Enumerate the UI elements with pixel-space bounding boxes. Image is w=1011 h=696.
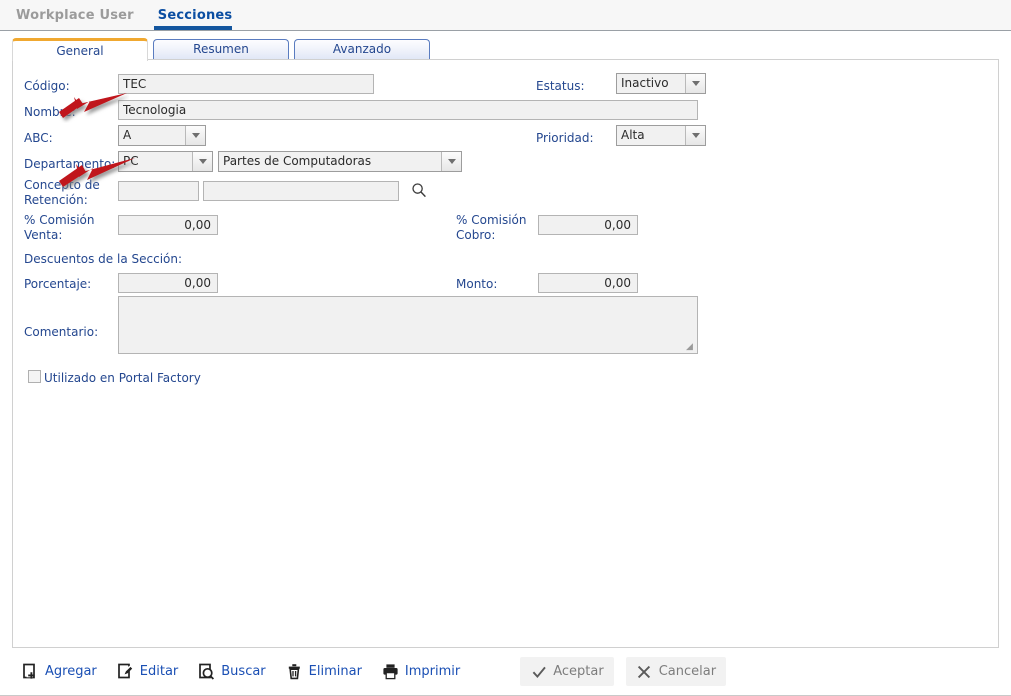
editar-label: Editar — [139, 664, 179, 679]
codigo-input[interactable] — [118, 74, 374, 94]
general-tab-content: Código: Estatus: Inactivo Nombre: ABC: A… — [12, 59, 999, 648]
breadcrumb: Workplace User Secciones — [14, 0, 234, 31]
imprimir-button[interactable]: Imprimir — [372, 658, 470, 686]
agregar-label: Agregar — [45, 664, 97, 679]
estatus-value: Inactivo — [621, 76, 669, 90]
chevron-down-icon[interactable] — [441, 152, 461, 171]
descuentos-seccion-title: Descuentos de la Sección: — [24, 252, 183, 266]
add-document-icon — [22, 663, 39, 680]
monto-input[interactable] — [538, 273, 638, 293]
abc-label: ABC: — [24, 131, 53, 145]
codigo-label: Código: — [24, 79, 70, 93]
tab-strip: General Resumen Avanzado — [12, 38, 430, 61]
cancelar-button[interactable]: Cancelar — [625, 657, 727, 686]
comision-cobro-label: % Comisión Cobro: — [456, 213, 527, 242]
prioridad-label: Prioridad: — [536, 131, 594, 145]
tab-resumen[interactable]: Resumen — [153, 39, 289, 61]
editar-button[interactable]: Editar — [107, 658, 189, 686]
portal-factory-label: Utilizado en Portal Factory — [44, 371, 201, 385]
departamento-label: Departamento: — [24, 157, 116, 171]
aceptar-label: Aceptar — [553, 664, 604, 679]
bottom-toolbar: Agregar Editar Buscar Eliminar Imprimir … — [0, 648, 1011, 695]
trash-icon — [286, 663, 303, 680]
tab-avanzado[interactable]: Avanzado — [294, 39, 430, 61]
prioridad-dropdown[interactable]: Alta — [616, 125, 706, 146]
buscar-button[interactable]: Buscar — [188, 658, 275, 686]
comision-venta-input[interactable] — [118, 215, 218, 235]
tab-general[interactable]: General — [12, 38, 148, 61]
chevron-down-icon[interactable] — [185, 126, 205, 145]
nombre-label: Nombre: — [24, 105, 76, 119]
chevron-down-icon[interactable] — [685, 126, 705, 145]
comentario-textarea[interactable] — [118, 296, 698, 354]
prioridad-value: Alta — [621, 128, 645, 142]
eliminar-label: Eliminar — [308, 664, 362, 679]
application-window: Workplace User Secciones General Resumen… — [0, 0, 1011, 696]
printer-icon — [382, 663, 399, 680]
aceptar-button[interactable]: Aceptar — [520, 657, 614, 686]
departamento-name-value: Partes de Computadoras — [223, 154, 372, 168]
cancelar-label: Cancelar — [658, 664, 717, 679]
agregar-button[interactable]: Agregar — [12, 658, 107, 686]
abc-value: A — [123, 128, 132, 142]
search-icon[interactable] — [411, 182, 427, 198]
breadcrumb-secciones[interactable]: Secciones — [156, 8, 235, 23]
search-document-icon — [198, 663, 215, 680]
buscar-label: Buscar — [221, 664, 266, 679]
breadcrumb-workplace-user[interactable]: Workplace User — [14, 8, 136, 23]
imprimir-label: Imprimir — [404, 664, 461, 679]
concepto-retencion-code-input[interactable] — [118, 181, 199, 201]
abc-dropdown[interactable]: A — [118, 125, 206, 146]
portal-factory-checkbox[interactable] — [28, 370, 41, 383]
chevron-down-icon[interactable] — [192, 152, 212, 171]
monto-label: Monto: — [456, 277, 498, 291]
departamento-code-dropdown[interactable]: PC — [118, 151, 213, 172]
estatus-dropdown[interactable]: Inactivo — [616, 73, 706, 94]
close-x-icon — [636, 663, 653, 680]
departamento-name-dropdown[interactable]: Partes de Computadoras — [218, 151, 462, 172]
concepto-retencion-name-input[interactable] — [203, 181, 399, 201]
chevron-down-icon[interactable] — [685, 74, 705, 93]
departamento-code-value: PC — [123, 154, 139, 168]
main-panel: General Resumen Avanzado Código: Estatus… — [0, 31, 1011, 696]
porcentaje-input[interactable] — [118, 273, 218, 293]
edit-pencil-icon — [117, 663, 134, 680]
estatus-label: Estatus: — [536, 79, 585, 93]
check-icon — [530, 663, 547, 680]
eliminar-button[interactable]: Eliminar — [276, 658, 372, 686]
comision-cobro-input[interactable] — [538, 215, 638, 235]
porcentaje-label: Porcentaje: — [24, 277, 92, 291]
comentario-label: Comentario: — [24, 325, 99, 339]
nombre-input[interactable] — [118, 100, 698, 120]
concepto-retencion-label: Concepto de Retención: — [24, 178, 100, 207]
top-header-bar: Workplace User Secciones — [0, 0, 1011, 31]
comision-venta-label: % Comisión Venta: — [24, 213, 95, 242]
